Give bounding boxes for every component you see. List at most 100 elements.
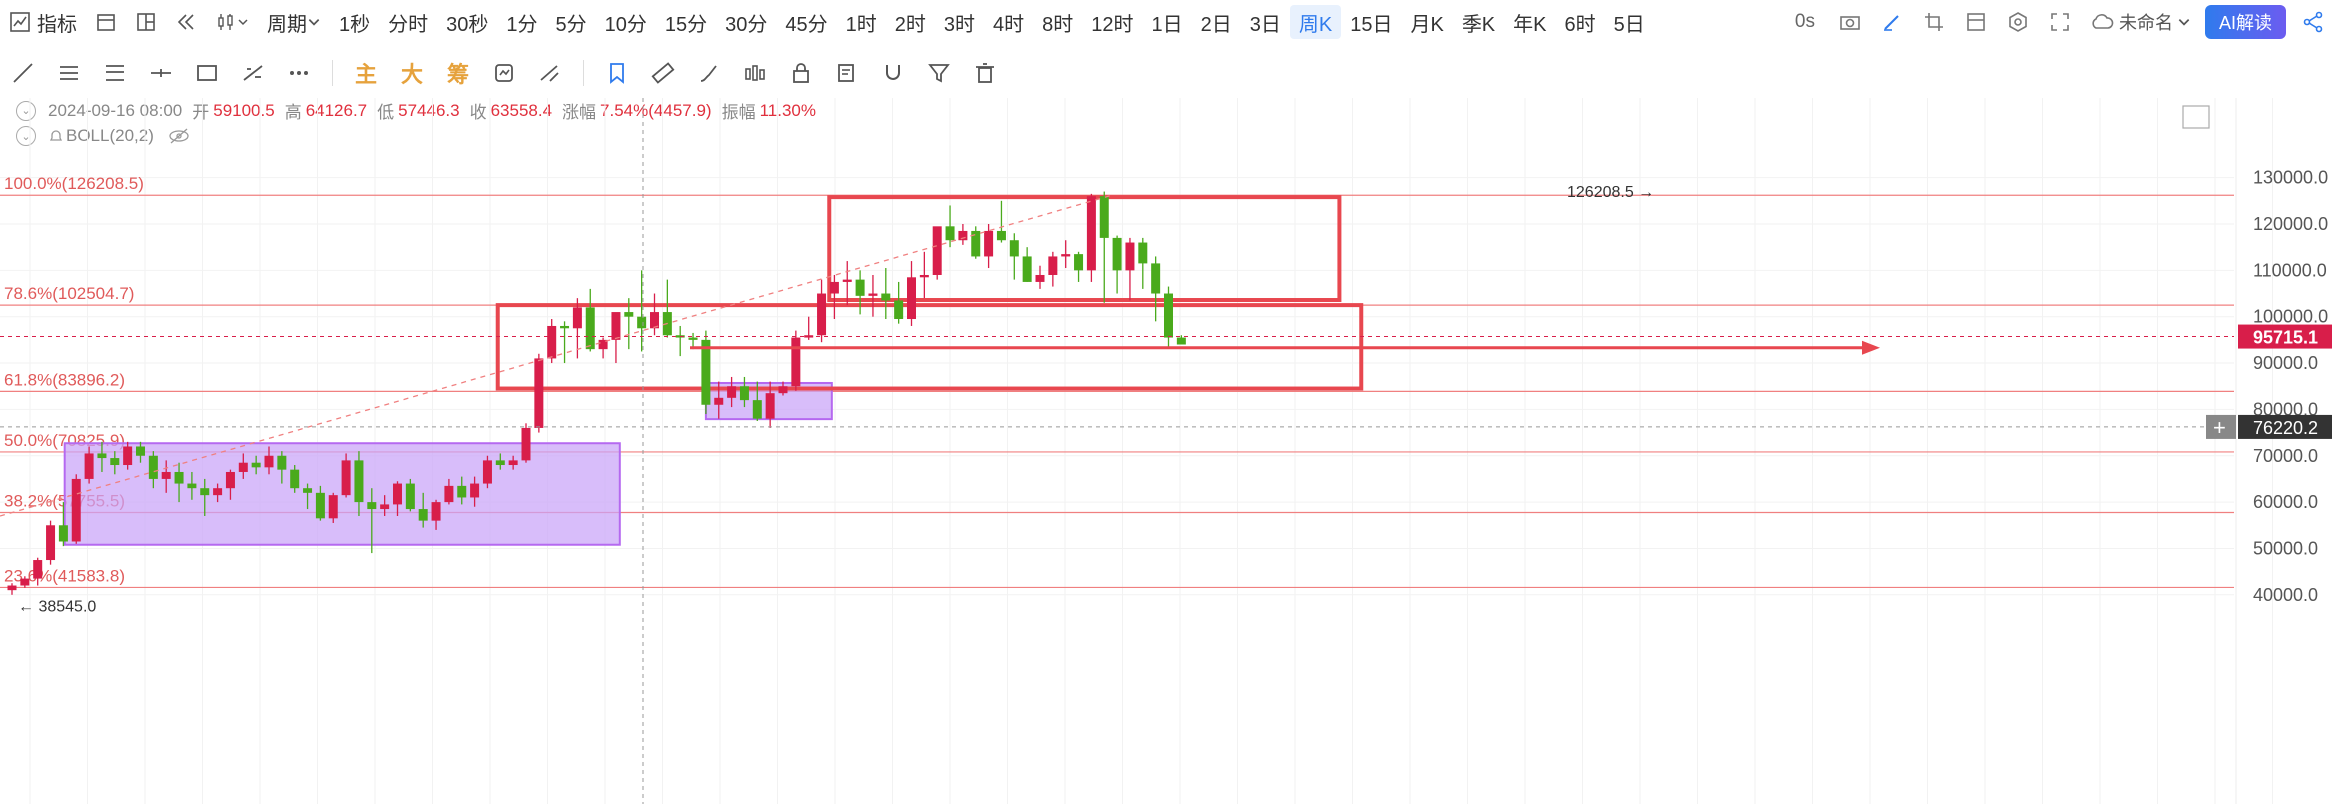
layout-button[interactable] <box>126 5 166 39</box>
chart-type-button[interactable] <box>206 5 258 39</box>
candle-body <box>187 483 197 489</box>
period-tab[interactable]: 30分 <box>716 5 776 39</box>
candle-body <box>534 358 544 428</box>
brush-icon[interactable] <box>693 57 725 89</box>
period-tab[interactable]: 45分 <box>776 5 836 39</box>
price-tick-label: 120000.0 <box>2253 214 2328 234</box>
indicator-button[interactable]: 指标 <box>0 5 86 39</box>
template-icon[interactable] <box>1961 7 1991 37</box>
user-name[interactable]: 未命名 <box>2119 9 2173 35</box>
candle-body <box>1061 254 1071 257</box>
period-tab[interactable]: 4时 <box>984 5 1033 39</box>
calendar-button[interactable] <box>86 5 126 39</box>
candle-body <box>919 274 929 278</box>
plus-icon: + <box>2213 415 2226 440</box>
crop-icon[interactable] <box>1919 7 1949 37</box>
cloud-icon <box>2087 7 2117 37</box>
period-tab[interactable]: 10分 <box>596 5 656 39</box>
big-order-button[interactable]: 大 <box>396 57 428 89</box>
candle-body <box>1112 237 1122 271</box>
parallel-lines-icon[interactable] <box>53 57 85 89</box>
candle-body <box>996 230 1006 241</box>
candle-body <box>778 386 788 394</box>
calendar-icon <box>97 14 115 31</box>
settings-icon[interactable] <box>2003 7 2033 37</box>
period-tab[interactable]: 2日 <box>1192 5 1241 39</box>
share-icon[interactable] <box>2298 7 2328 37</box>
candle-body <box>855 279 865 296</box>
period-tab[interactable]: 1时 <box>837 5 886 39</box>
candle-body <box>894 300 904 320</box>
price-chart[interactable]: 100.0%(126208.5) 78.6%(102504.7) 61.8%(838… <box>0 98 2334 804</box>
price-tick-label: 90000.0 <box>2253 353 2318 373</box>
candle-body <box>148 455 158 479</box>
period-tab[interactable]: 1秒 <box>330 5 379 39</box>
period-tab[interactable]: 3日 <box>1241 5 1290 39</box>
fib-retracement-icon[interactable] <box>99 57 131 89</box>
candle-body <box>1099 196 1109 238</box>
more-icon[interactable] <box>283 57 315 89</box>
trend-line-icon[interactable] <box>7 57 39 89</box>
period-tab[interactable]: 12时 <box>1082 5 1142 39</box>
period-tab[interactable]: 30秒 <box>437 5 497 39</box>
period-tab[interactable]: 季K <box>1453 5 1504 39</box>
candle-body <box>945 226 955 241</box>
candle-body <box>328 495 338 519</box>
price-tick-label: 130000.0 <box>2253 168 2328 188</box>
pen-icon[interactable] <box>1877 7 1907 37</box>
period-tab[interactable]: 2时 <box>886 5 935 39</box>
period-dropdown[interactable]: 周期 <box>258 5 330 39</box>
period-tab[interactable]: 周K <box>1289 5 1342 39</box>
period-toolbar: 指标 周期 1秒 分时 30秒 1分 5分 10分 15分 30分 45分 1时 2时 3时 4时 8时 1… <box>0 0 2334 44</box>
rewind-icon <box>177 14 194 30</box>
filter-icon[interactable] <box>923 57 955 89</box>
period-tab[interactable]: 1日 <box>1143 5 1192 39</box>
candle-body <box>1086 196 1096 271</box>
fullscreen-icon[interactable] <box>2045 7 2075 37</box>
camera-icon[interactable] <box>1835 7 1865 37</box>
ruler-icon[interactable] <box>647 57 679 89</box>
horizontal-line-icon[interactable] <box>145 57 177 89</box>
bars-icon[interactable] <box>739 57 771 89</box>
period-tab[interactable]: 1分 <box>497 5 546 39</box>
candle-body <box>341 460 351 496</box>
period-tab[interactable]: 5日 <box>1605 5 1654 39</box>
period-tab[interactable]: 8时 <box>1033 5 1082 39</box>
candle-body <box>470 483 480 498</box>
magnet-icon[interactable] <box>877 57 909 89</box>
period-tab[interactable]: 5分 <box>547 5 596 39</box>
ai-analysis-button[interactable]: AI解读 <box>2204 5 2286 39</box>
period-tab[interactable]: 3时 <box>935 5 984 39</box>
candle-body <box>739 386 749 401</box>
compare-icon[interactable] <box>488 57 520 89</box>
trash-icon[interactable] <box>969 57 1001 89</box>
lock-icon[interactable] <box>785 57 817 89</box>
chip-distribution-button[interactable]: 筹 <box>442 57 474 89</box>
price-tick-label: 50000.0 <box>2253 538 2318 558</box>
candle-body <box>1009 240 1019 257</box>
period-tab[interactable]: 年K <box>1504 5 1555 39</box>
main-indicator-button[interactable]: 主 <box>350 57 382 89</box>
candle-body <box>842 279 852 282</box>
candle-body <box>765 393 775 419</box>
replay-button[interactable] <box>166 5 206 39</box>
period-tab[interactable]: 6时 <box>1556 5 1605 39</box>
candle-body <box>727 386 737 398</box>
divider <box>332 60 333 86</box>
period-tab[interactable]: 15日 <box>1341 5 1401 39</box>
candle-body <box>46 525 56 561</box>
erase-drawings-icon[interactable] <box>534 57 566 89</box>
period-tab[interactable]: 15分 <box>656 5 716 39</box>
candle-body <box>136 446 145 456</box>
indicator-label: 指标 <box>37 13 77 36</box>
candle-body <box>431 502 441 521</box>
bookmark-icon[interactable] <box>601 57 633 89</box>
price-tick-label: 110000.0 <box>2253 260 2327 280</box>
period-tab[interactable]: 月K <box>1401 5 1452 39</box>
period-tab[interactable]: 分时 <box>379 5 437 39</box>
candle-body <box>932 226 942 275</box>
candle-body <box>238 462 248 472</box>
edit-note-icon[interactable] <box>831 57 863 89</box>
rectangle-icon[interactable] <box>191 57 223 89</box>
measure-icon[interactable] <box>237 57 269 89</box>
